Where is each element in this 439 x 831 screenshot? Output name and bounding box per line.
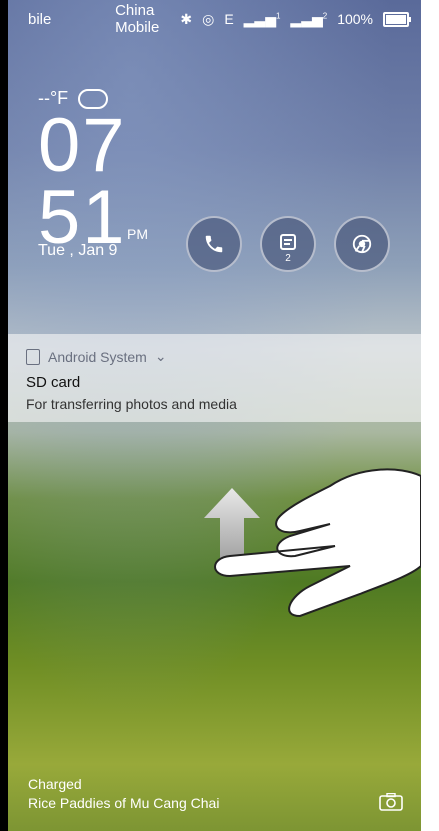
clock-hour: 07 <box>38 103 127 188</box>
message-badge: 2 <box>285 253 291 264</box>
charging-status: Charged <box>28 776 82 792</box>
chevron-down-icon[interactable]: ⌄ <box>155 348 167 365</box>
data-e-icon: E <box>224 11 234 27</box>
screen-edge <box>0 0 8 831</box>
status-icons: ✱ ◎ E ▂▃▅1 ▂▃▅2 100% <box>180 10 411 28</box>
sd-card-icon <box>26 348 40 365</box>
phone-icon <box>205 235 223 253</box>
clock: 07 51 <box>38 103 127 256</box>
carrier-name: China Mobile <box>115 2 160 36</box>
phone-shortcut[interactable] <box>186 216 242 272</box>
notification-body: For transferring photos and media <box>26 396 237 412</box>
signal-2-icon: ▂▃▅2 <box>290 10 328 27</box>
notification-app-row: Android System ⌄ <box>26 348 167 365</box>
chrome-shortcut[interactable] <box>334 216 390 272</box>
notification-card[interactable]: Android System ⌄ SD card For transferrin… <box>8 334 421 422</box>
messages-shortcut[interactable]: 2 <box>260 216 316 272</box>
status-left-text: bile <box>28 10 52 28</box>
clock-ampm: PM <box>127 226 148 242</box>
swipe-hand-icon <box>214 468 421 618</box>
lockscreen-footer: Charged Rice Paddies of Mu Cang Chai <box>28 775 219 813</box>
notification-title: SD card <box>26 374 81 391</box>
camera-icon[interactable] <box>379 793 403 811</box>
chrome-icon <box>352 234 372 254</box>
battery-icon <box>383 11 411 27</box>
wallpaper-name: Rice Paddies of Mu Cang Chai <box>28 795 220 811</box>
signal-1-icon: ▂▃▅1 <box>243 10 281 27</box>
date: Tue , Jan 9 <box>38 242 118 259</box>
battery-percent: 100% <box>337 11 373 27</box>
sync-icon: ◎ <box>202 10 215 27</box>
notification-app-name: Android System <box>48 348 147 365</box>
screen-edge-right <box>421 0 439 831</box>
status-bar: bile China Mobile ✱ ◎ E ▂▃▅1 ▂▃▅2 100% <box>28 2 411 36</box>
bluetooth-icon: ✱ <box>180 10 193 27</box>
lockscreen-shortcuts: 2 <box>186 216 390 272</box>
message-icon <box>280 234 296 250</box>
